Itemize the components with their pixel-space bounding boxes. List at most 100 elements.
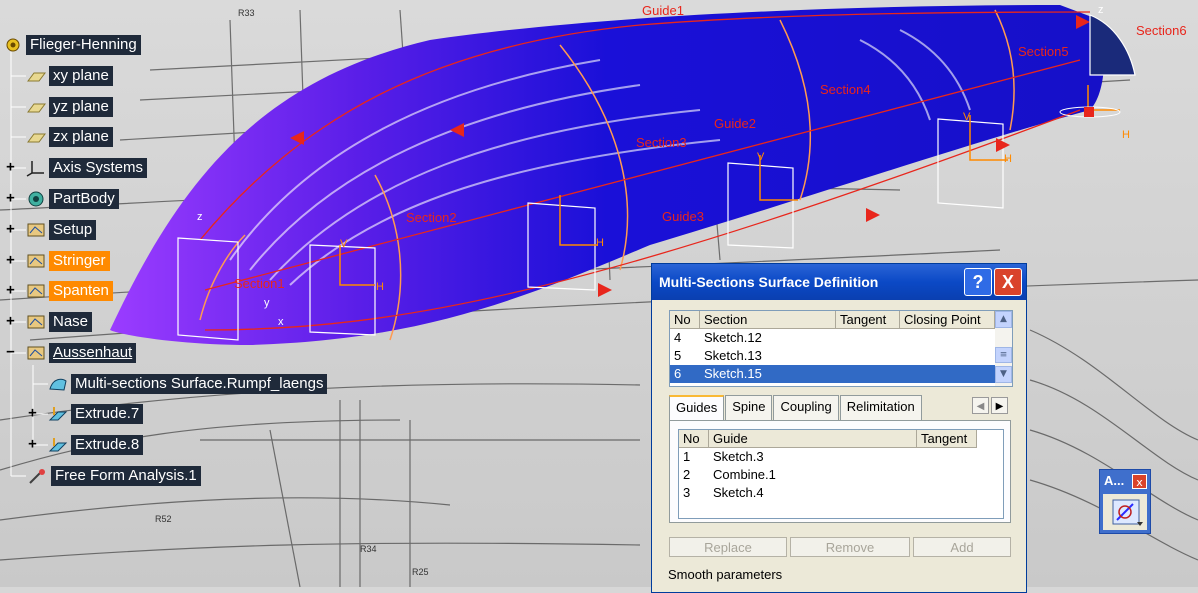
tree-item-nase[interactable]: Nase — [26, 311, 93, 333]
tree-item-aussenhaut[interactable]: Aussenhaut — [26, 342, 137, 364]
tree-item-extrude-8[interactable]: Extrude.8 — [48, 434, 144, 456]
tree-item-label[interactable]: Setup — [49, 220, 97, 240]
tree-item-label[interactable]: yz plane — [49, 97, 113, 117]
row-section: Sketch.15 — [704, 366, 762, 381]
col-header-guide[interactable]: Guide — [709, 430, 917, 448]
col-header-tangent[interactable]: Tangent — [836, 311, 900, 329]
row-no: 2 — [683, 467, 691, 482]
tree-item-label[interactable]: Spanten — [49, 281, 113, 301]
tree-root[interactable]: Flieger-Henning — [3, 34, 141, 56]
col-header-tangent[interactable]: Tangent — [917, 430, 977, 448]
extrude-icon — [48, 436, 68, 454]
col-header-closing-point[interactable]: Closing Point — [900, 311, 995, 329]
scroll-thumb[interactable]: ≡ — [995, 347, 1012, 363]
tree-item-label[interactable]: xy plane — [49, 66, 113, 86]
list-item[interactable]: 2 Combine.1 — [679, 466, 1003, 484]
col-header-section[interactable]: Section — [700, 311, 836, 329]
tree-item-yz-plane[interactable]: yz plane — [26, 96, 113, 118]
tree-item-setup[interactable]: Setup — [26, 219, 97, 241]
tab-relimitation[interactable]: Relimitation — [839, 395, 922, 420]
sections-list[interactable]: No Section Tangent Closing Point 4 Sketc… — [669, 310, 1013, 387]
sections-scrollbar[interactable]: ▲ ≡ ▼ — [995, 311, 1012, 386]
tree-item-zx-plane[interactable]: zx plane — [26, 126, 113, 148]
col-header-no[interactable]: No — [679, 430, 709, 448]
guide3-label[interactable]: Guide3 — [662, 209, 704, 224]
gear-icon — [3, 36, 23, 54]
expand-toggle[interactable]: + — [5, 253, 16, 267]
col-header-no[interactable]: No — [670, 311, 700, 329]
add-button[interactable]: Add — [913, 537, 1011, 557]
sections-header: No Section Tangent Closing Point — [670, 311, 1012, 329]
help-button[interactable]: ? — [964, 268, 992, 296]
tree-item-extrude-7[interactable]: Extrude.7 — [48, 403, 144, 425]
tree-item-label[interactable]: Axis Systems — [49, 158, 148, 178]
tree-item-label[interactable]: zx plane — [49, 127, 113, 147]
plane-icon — [26, 98, 46, 116]
scroll-down-icon[interactable]: ▼ — [995, 366, 1012, 383]
list-item[interactable]: 4 Sketch.12 — [670, 329, 1012, 347]
guide1-label[interactable]: Guide1 — [642, 3, 684, 18]
expand-toggle[interactable]: + — [5, 283, 16, 297]
tree-item-axis-systems[interactable]: Axis Systems — [26, 157, 148, 179]
expand-toggle[interactable]: + — [27, 437, 38, 451]
plane-icon — [26, 67, 46, 85]
collapse-toggle[interactable]: − — [5, 345, 16, 359]
tree-item-label[interactable]: Extrude.7 — [71, 404, 144, 424]
tab-coupling[interactable]: Coupling — [773, 395, 839, 420]
drawing-label-r52: R52 — [155, 514, 172, 524]
specification-tree[interactable]: Flieger-Henning xy plane yz plane zx pla… — [0, 0, 360, 500]
close-button[interactable]: X — [994, 268, 1022, 296]
tab-spine[interactable]: Spine — [725, 395, 773, 420]
tab-guides[interactable]: Guides — [669, 395, 725, 420]
expand-toggle[interactable]: + — [5, 314, 16, 328]
expand-toggle[interactable]: + — [5, 222, 16, 236]
tree-item-label[interactable]: Aussenhaut — [49, 343, 137, 363]
smooth-parameters-group: Smooth parameters — [668, 567, 783, 582]
expand-toggle[interactable]: + — [5, 160, 16, 174]
close-icon[interactable]: x — [1132, 474, 1147, 489]
list-item[interactable]: 5 Sketch.13 — [670, 347, 1012, 365]
axis-v-label: V — [963, 111, 971, 123]
tree-item-label[interactable]: Extrude.8 — [71, 435, 144, 455]
tree-item-label[interactable]: Free Form Analysis.1 — [51, 466, 201, 486]
remove-button[interactable]: Remove — [790, 537, 910, 557]
row-no: 3 — [683, 485, 691, 500]
expand-toggle[interactable]: + — [27, 406, 38, 420]
tree-item-spanten[interactable]: Spanten — [26, 280, 113, 302]
scroll-up-icon[interactable]: ▲ — [995, 311, 1012, 328]
row-no: 5 — [674, 348, 682, 363]
list-item[interactable]: 1 Sketch.3 — [679, 448, 1003, 466]
tree-item-label[interactable]: Nase — [49, 312, 93, 332]
analysis-tool-button[interactable] — [1103, 494, 1147, 530]
analysis-icon — [1112, 499, 1143, 526]
section3-label[interactable]: Section3 — [636, 135, 687, 150]
tree-item-stringer[interactable]: Stringer — [26, 250, 110, 272]
section5-label[interactable]: Section5 — [1018, 44, 1069, 59]
section6-label[interactable]: Section6 — [1136, 23, 1187, 38]
geoset-icon — [26, 221, 46, 239]
tab-scroll-right-icon[interactable]: ▶ — [991, 397, 1008, 414]
list-item-selected[interactable]: 6 Sketch.15 — [670, 365, 995, 383]
tree-item-label[interactable]: Stringer — [49, 251, 110, 271]
mini-toolbar[interactable]: A... x — [1099, 469, 1151, 534]
tree-item-partbody[interactable]: PartBody — [26, 188, 119, 210]
section2-label[interactable]: Section2 — [406, 210, 457, 225]
tree-root-label[interactable]: Flieger-Henning — [26, 35, 141, 55]
list-item[interactable]: 3 Sketch.4 — [679, 484, 1003, 502]
row-guide: Combine.1 — [713, 467, 776, 482]
tree-item-label[interactable]: Multi-sections Surface.Rumpf_laengs — [71, 374, 328, 394]
tree-item-free-form-analysis[interactable]: Free Form Analysis.1 — [28, 465, 201, 487]
tree-item-label[interactable]: PartBody — [49, 189, 119, 209]
tab-scroll-left-icon[interactable]: ◀ — [972, 397, 989, 414]
dialog-titlebar[interactable]: Multi-Sections Surface Definition ? X — [652, 264, 1026, 300]
guide2-label[interactable]: Guide2 — [714, 116, 756, 131]
tree-item-xy-plane[interactable]: xy plane — [26, 65, 113, 87]
origin-marker[interactable] — [1084, 107, 1094, 117]
replace-button[interactable]: Replace — [669, 537, 787, 557]
multi-sections-dialog[interactable]: Multi-Sections Surface Definition ? X No… — [651, 263, 1027, 593]
guides-list[interactable]: No Guide Tangent 1 Sketch.3 2 Combine.1 … — [678, 429, 1004, 519]
tree-item-multi-sections-surface[interactable]: Multi-sections Surface.Rumpf_laengs — [48, 373, 328, 395]
expand-toggle[interactable]: + — [5, 191, 16, 205]
section4-label[interactable]: Section4 — [820, 82, 871, 97]
geoset-icon — [26, 252, 46, 270]
